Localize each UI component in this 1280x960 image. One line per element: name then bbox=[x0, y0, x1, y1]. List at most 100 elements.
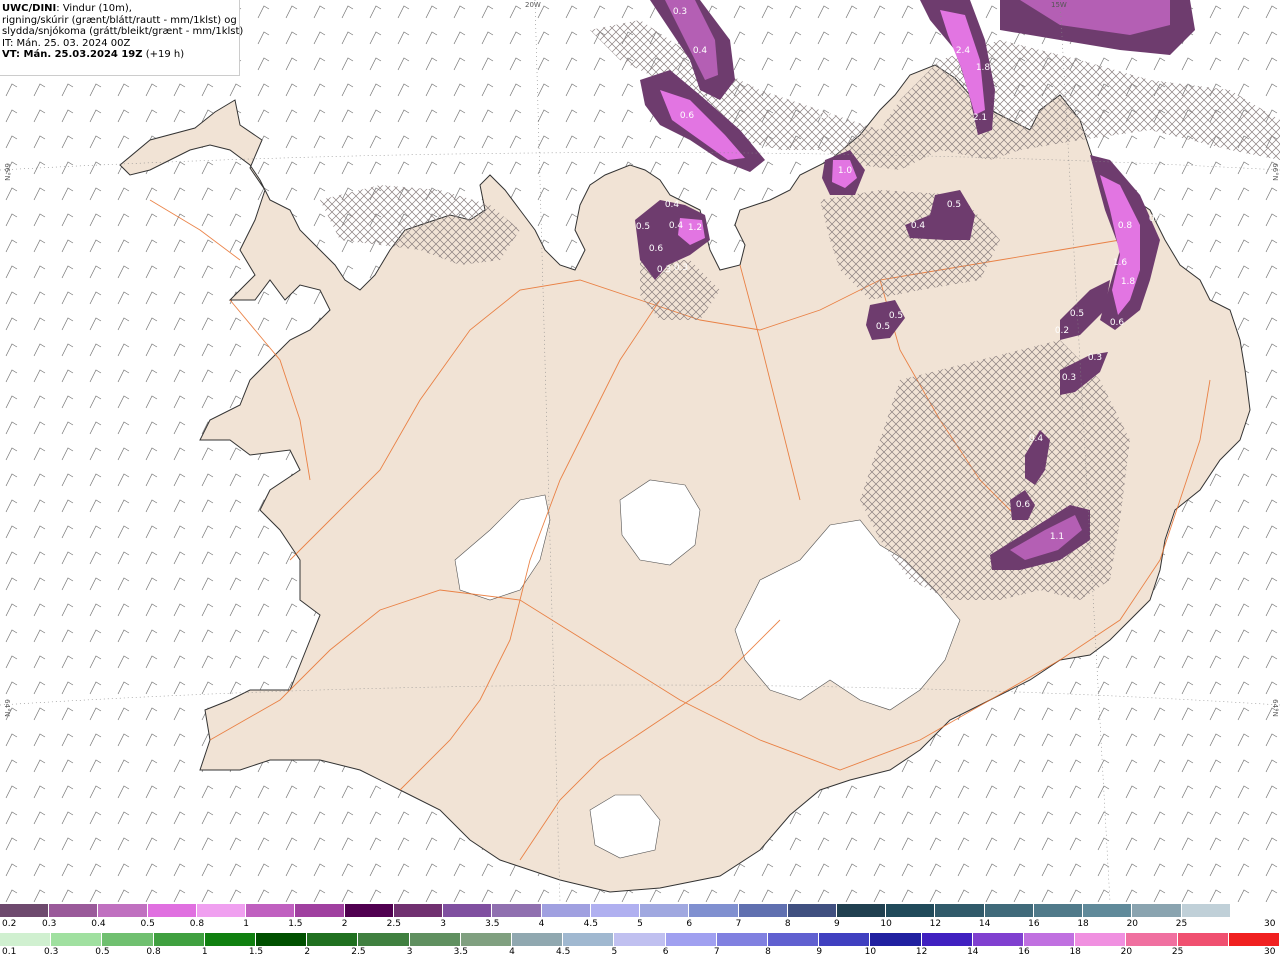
colorbar-label: 12 bbox=[929, 919, 942, 929]
colorbar-label: 4.5 bbox=[556, 947, 571, 957]
colorbar-label: 0.8 bbox=[189, 919, 205, 929]
precip-value-label: 0.5 bbox=[947, 200, 961, 210]
colorbar-label: 4 bbox=[538, 919, 545, 929]
colorbar-label: 18 bbox=[1077, 919, 1089, 929]
precip-value-label: 0.6 bbox=[680, 111, 695, 121]
colorbar-swatch bbox=[492, 904, 542, 917]
forecast-hour: (+19 h) bbox=[142, 49, 185, 61]
colorbar-swatch bbox=[787, 904, 837, 917]
lat-label-64n-right: 64°N bbox=[1270, 699, 1279, 717]
colorbar-swatch bbox=[972, 933, 1025, 946]
colorbar-label: 6 bbox=[662, 947, 669, 957]
precip-value-label: 0.3 bbox=[673, 7, 687, 17]
info-line-1-rest: : Vindur (10m), bbox=[56, 3, 132, 14]
colorbar-swatch bbox=[307, 933, 359, 946]
colorbar-swatch bbox=[1075, 933, 1127, 946]
colorbar-swatch bbox=[1132, 904, 1182, 917]
info-line-5: VT: Mán. 25.03.2024 19Z (+19 h) bbox=[2, 49, 239, 61]
colorbar-swatch bbox=[49, 904, 99, 917]
precip-value-label: 0.4 bbox=[911, 221, 926, 231]
precip-value-label: 1.2 bbox=[688, 223, 702, 233]
precip-value-label: 0.6 bbox=[1016, 500, 1031, 510]
colorbar-label: 25 bbox=[1175, 919, 1188, 929]
colorbar-label: 2 bbox=[341, 919, 348, 929]
colorbar-label: 30 bbox=[1264, 947, 1276, 957]
colorbar-label: 8 bbox=[784, 919, 791, 929]
precip-value-label: 2.4 bbox=[956, 46, 971, 56]
colorbar-swatch bbox=[1024, 933, 1076, 946]
precip-value-label: 0.6 bbox=[1110, 318, 1125, 328]
colorbar-swatch bbox=[716, 933, 769, 946]
precip-value-label: 1.8 bbox=[976, 63, 991, 73]
colorbar-swatch bbox=[443, 904, 493, 917]
colorbar-label: 0.5 bbox=[95, 947, 110, 957]
colorbar-label: 8 bbox=[765, 947, 771, 957]
colorbar-swatch bbox=[147, 904, 197, 917]
lat-label-64n-left: 64°N bbox=[2, 699, 11, 717]
precip-value-label: 0.4 bbox=[693, 46, 708, 56]
precip-value-label: 0.8 bbox=[1118, 221, 1133, 231]
colorbar-swatch bbox=[196, 904, 247, 917]
colorbar-label: 14 bbox=[978, 919, 991, 929]
colorbar-swatch bbox=[541, 904, 591, 917]
rain-colorbar-labels: 0.1 0.3 0.5 0.8 1 1.5 2 2.5 3 3.5 4 4.5 5 6 7 8 9 10 12 14 1… bbox=[0, 947, 1280, 958]
colorbar-swatch bbox=[1126, 933, 1178, 946]
colorbar-swatch bbox=[204, 933, 257, 946]
colorbar-label: 5 bbox=[637, 919, 643, 929]
colorbar-swatch bbox=[984, 904, 1034, 917]
lat-label-66n-right: 66°N bbox=[1270, 163, 1279, 181]
precip-value-label: 0.4 bbox=[669, 221, 684, 231]
colorbar-swatch bbox=[870, 933, 922, 946]
colorbar-label: 2.5 bbox=[386, 919, 402, 929]
precip-value-label: 2.1 bbox=[973, 113, 987, 123]
colorbar-swatch bbox=[689, 904, 739, 917]
precip-value-label: 0.3 bbox=[1088, 353, 1102, 363]
colorbar-swatch bbox=[344, 904, 394, 917]
precip-value-label: 0.5 bbox=[876, 322, 890, 332]
snow-colorbar bbox=[0, 904, 1280, 917]
colorbar-label: 12 bbox=[915, 947, 928, 957]
colorbar-swatch bbox=[246, 904, 296, 917]
colorbar-label: 10 bbox=[864, 947, 877, 957]
colorbar-swatch bbox=[768, 933, 820, 946]
colorbar-swatch bbox=[640, 904, 690, 917]
lon-label-15w: 15W bbox=[1051, 1, 1067, 9]
colorbar-swatch bbox=[665, 933, 717, 946]
precip-value-label: 0.5 bbox=[1070, 309, 1084, 319]
colorbar-swatch bbox=[256, 933, 308, 946]
colorbar-label: 7 bbox=[735, 919, 742, 929]
colorbar-swatch bbox=[836, 904, 887, 917]
colorbar-label: 4 bbox=[509, 947, 515, 957]
colorbar-swatch bbox=[1181, 904, 1231, 917]
colorbar-swatch bbox=[98, 904, 148, 917]
colorbar-label: 14 bbox=[967, 947, 979, 957]
valid-time: VT: Mán. 25.03.2024 19Z bbox=[2, 49, 143, 61]
colorbar-swatch bbox=[614, 933, 666, 946]
colorbar-label: 16 bbox=[1028, 919, 1040, 929]
colorbar-label: 0.1 bbox=[2, 947, 17, 957]
precip-value-label: 0.4 bbox=[819, 111, 834, 121]
colorbar-label: 0.4 bbox=[91, 919, 106, 929]
colorbar-label: 3 bbox=[440, 919, 446, 929]
precip-value-label: 1.8 bbox=[1121, 277, 1136, 287]
colorbar-swatch bbox=[358, 933, 410, 946]
colorbar-label: 16 bbox=[1018, 947, 1030, 957]
colorbar-swatch bbox=[1033, 904, 1084, 917]
colorbar-label: 3.5 bbox=[485, 919, 500, 929]
colorbar-label: 1.5 bbox=[248, 947, 264, 957]
colorbar-label: 2 bbox=[304, 947, 311, 957]
colorbar-label: 10 bbox=[880, 919, 892, 929]
colorbar-swatch bbox=[153, 933, 205, 946]
precip-value-label: 1.0 bbox=[838, 166, 853, 176]
colorbar-label: 18 bbox=[1069, 947, 1081, 957]
colorbar-label: 2.5 bbox=[351, 947, 366, 957]
colorbar-swatch bbox=[393, 904, 444, 917]
colorbar-swatch bbox=[460, 933, 513, 946]
colorbar-swatch bbox=[295, 904, 345, 917]
colorbar-swatch bbox=[886, 904, 936, 917]
colorbar-swatch bbox=[921, 933, 973, 946]
colorbar-swatch bbox=[512, 933, 564, 946]
precip-value-label: 1.1 bbox=[1050, 532, 1064, 542]
colorbar-label: 0.3 bbox=[42, 919, 57, 929]
colorbar-label: 5 bbox=[611, 947, 618, 957]
